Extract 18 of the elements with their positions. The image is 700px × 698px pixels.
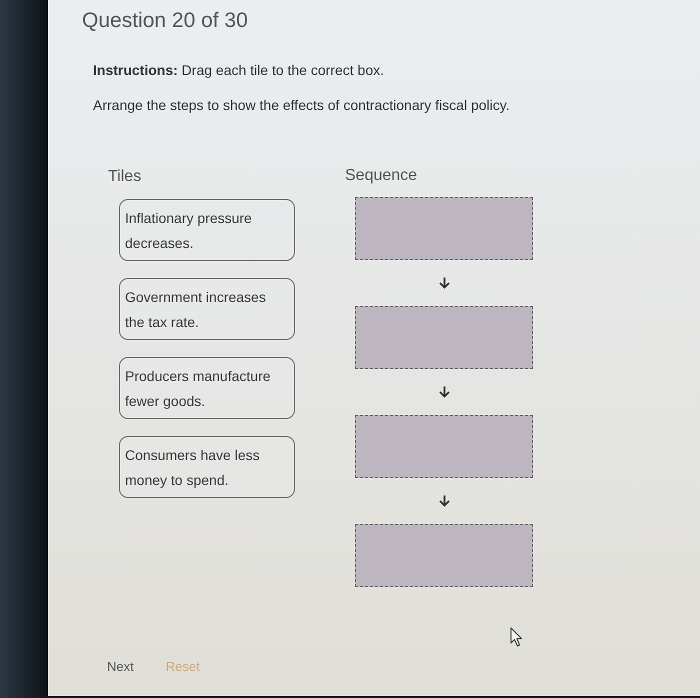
draggable-tile[interactable]: Government increases the tax rate. <box>119 278 295 340</box>
sequence-heading: Sequence <box>345 166 418 186</box>
tiles-heading: Tiles <box>108 167 142 187</box>
draggable-tile[interactable]: Inflationary pressure decreases. <box>119 199 295 261</box>
cursor-icon <box>510 627 523 647</box>
footer-button[interactable]: Next <box>107 658 134 676</box>
arrow-down-icon <box>438 386 450 398</box>
drop-box[interactable] <box>355 524 533 587</box>
drop-box[interactable] <box>355 306 533 369</box>
arrow-down-icon <box>438 495 450 507</box>
instructions-text: Instructions: Drag each tile to the correct box. <box>93 61 384 79</box>
question-prompt: Arrange the steps to show the effects of contractionary fiscal policy. <box>93 96 510 114</box>
drop-box[interactable] <box>355 415 533 478</box>
question-counter: Question 20 of 30 <box>82 8 248 34</box>
draggable-tile[interactable]: Producers manufacture fewer goods. <box>119 357 295 419</box>
drop-box[interactable] <box>355 197 533 260</box>
arrow-down-icon <box>438 277 450 289</box>
draggable-tile[interactable]: Consumers have less money to spend. <box>119 436 295 498</box>
